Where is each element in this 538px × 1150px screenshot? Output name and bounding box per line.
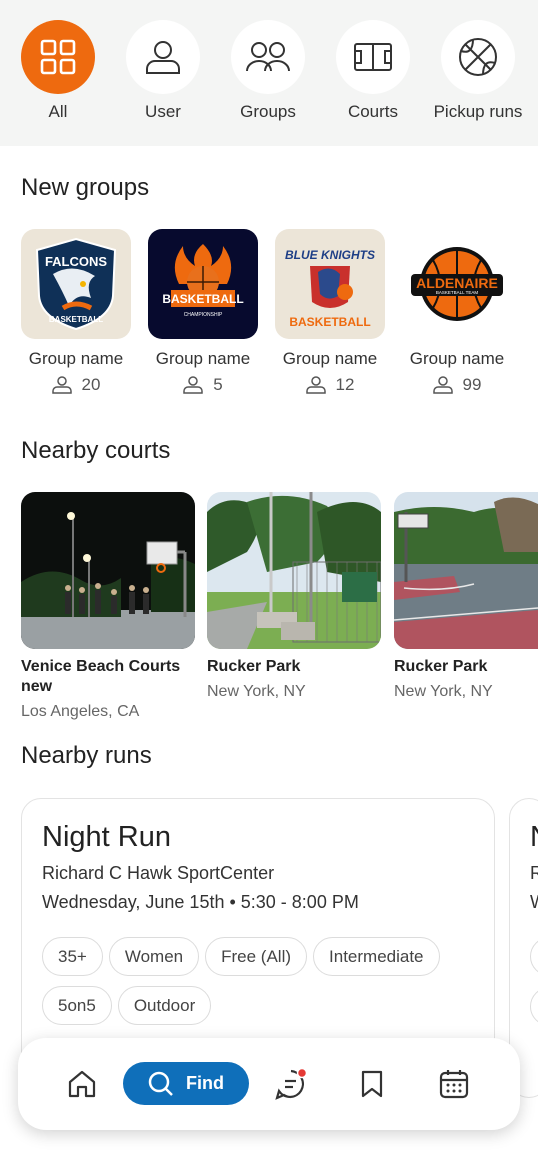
user-icon xyxy=(183,376,204,394)
category-bar: All User Groups Courts Pickup runs xyxy=(0,0,538,146)
court-icon xyxy=(336,20,410,94)
category-label: Groups xyxy=(240,102,296,121)
category-label: Courts xyxy=(347,102,399,121)
tag-chip xyxy=(530,937,538,976)
basketball-icon xyxy=(441,20,515,94)
run-tags: 35+ Women Free (All) Intermediate 5on5 O… xyxy=(42,937,492,1025)
group-card[interactable]: FALCONS BASKETBALL Group name 20 xyxy=(20,229,132,395)
member-count: 20 xyxy=(81,375,101,394)
court-photo xyxy=(21,492,195,649)
falcons-logo: FALCONS BASKETBALL xyxy=(21,229,131,339)
aldenaire-logo: ALDENAIRE BASKETBALL TEAM xyxy=(402,229,512,339)
group-members: 99 xyxy=(401,375,513,395)
court-photo xyxy=(394,492,538,649)
group-logo-text: BASKETBALL xyxy=(162,292,243,306)
court-name: Rucker Park xyxy=(394,658,488,675)
home-icon[interactable] xyxy=(62,1064,102,1104)
tag-chip: Women xyxy=(108,937,200,976)
court-card[interactable]: Venice Beach Courts new Los Angeles, CA xyxy=(21,492,195,721)
section-title-nearby-courts: Nearby courts xyxy=(21,437,171,464)
group-name: Group name xyxy=(282,349,378,368)
category-user[interactable]: User xyxy=(113,20,213,122)
section-title-new-groups: New groups xyxy=(21,174,150,201)
section-title-nearby-runs: Nearby runs xyxy=(21,742,152,769)
tag-chip: Free (All) xyxy=(205,937,308,976)
group-logo-text: BASKETBALL xyxy=(49,315,103,324)
court-location: New York, NY xyxy=(207,683,306,700)
find-button[interactable]: Find xyxy=(123,1062,249,1105)
court-card[interactable]: Rucker Park New York, NY xyxy=(207,492,381,701)
run-title: Night Run xyxy=(42,821,171,853)
run-venue: R xyxy=(530,863,538,884)
group-members: 5 xyxy=(147,375,259,395)
court-location: New York, NY xyxy=(394,683,493,700)
chat-icon[interactable] xyxy=(271,1064,311,1104)
group-card[interactable]: BLUE KNIGHTS BASKETBALL Group name 12 xyxy=(274,229,386,395)
user-icon xyxy=(51,376,72,394)
category-groups[interactable]: Groups xyxy=(218,20,318,122)
group-logo-text: BASKETBALL TEAM xyxy=(436,290,479,295)
run-time: Wednesday, June 15th • 5:30 - 8:00 PM xyxy=(42,892,359,912)
user-icon xyxy=(432,376,453,394)
notification-dot xyxy=(296,1067,308,1079)
group-logo-text: ALDENAIRE xyxy=(416,275,498,291)
bottom-nav: Find xyxy=(18,1038,520,1130)
category-pickup-runs[interactable]: Pickup runs xyxy=(428,20,528,122)
member-count: 99 xyxy=(462,375,482,394)
user-icon xyxy=(126,20,200,94)
group-logo-text: CHAMPIONSHIP xyxy=(184,312,223,318)
category-all[interactable]: All xyxy=(8,20,108,122)
group-name: Group name xyxy=(155,349,251,368)
basketball-flame-logo: BASKETBALL CHAMPIONSHIP xyxy=(148,229,258,339)
member-count: 12 xyxy=(335,375,355,394)
tag-chip xyxy=(530,987,538,1026)
bookmark-icon[interactable] xyxy=(352,1064,392,1104)
grid-icon xyxy=(21,20,95,94)
category-courts[interactable]: Courts xyxy=(323,20,423,122)
find-label: Find xyxy=(186,1073,224,1093)
court-location: Los Angeles, CA xyxy=(21,703,140,720)
user-icon xyxy=(305,376,326,394)
category-label: User xyxy=(145,102,181,121)
calendar-icon[interactable] xyxy=(434,1064,474,1104)
tag-chip: 5on5 xyxy=(42,986,112,1025)
groups-icon xyxy=(231,20,305,94)
court-card[interactable]: Rucker Park New York, NY xyxy=(394,492,538,701)
search-icon xyxy=(148,1071,173,1096)
category-label: All xyxy=(48,102,68,121)
court-photo xyxy=(207,492,381,649)
run-venue: Richard C Hawk SportCenter xyxy=(42,863,275,883)
tag-chip: Intermediate xyxy=(313,937,440,976)
category-label: Pickup runs xyxy=(433,102,523,121)
court-name: Rucker Park xyxy=(207,658,301,675)
group-card[interactable]: BASKETBALL CHAMPIONSHIP Group name 5 xyxy=(147,229,259,395)
run-title: N xyxy=(530,821,538,854)
group-name: Group name xyxy=(28,349,124,368)
group-name: Group name xyxy=(409,349,505,368)
group-members: 12 xyxy=(274,375,386,395)
tag-chip: 35+ xyxy=(42,937,103,976)
group-members: 20 xyxy=(20,375,132,395)
group-card[interactable]: ALDENAIRE BASKETBALL TEAM Group name 99 xyxy=(401,229,513,395)
tag-chip: Outdoor xyxy=(117,986,212,1025)
blue-knights-logo: BLUE KNIGHTS BASKETBALL xyxy=(275,229,385,339)
court-name: Venice Beach Courts new xyxy=(21,658,181,695)
group-logo-text: FALCONS xyxy=(45,254,107,269)
group-logo-text: BASKETBALL xyxy=(289,315,370,329)
member-count: 5 xyxy=(213,375,223,394)
run-time: W xyxy=(530,892,538,913)
group-logo-text: BLUE KNIGHTS xyxy=(285,248,375,262)
